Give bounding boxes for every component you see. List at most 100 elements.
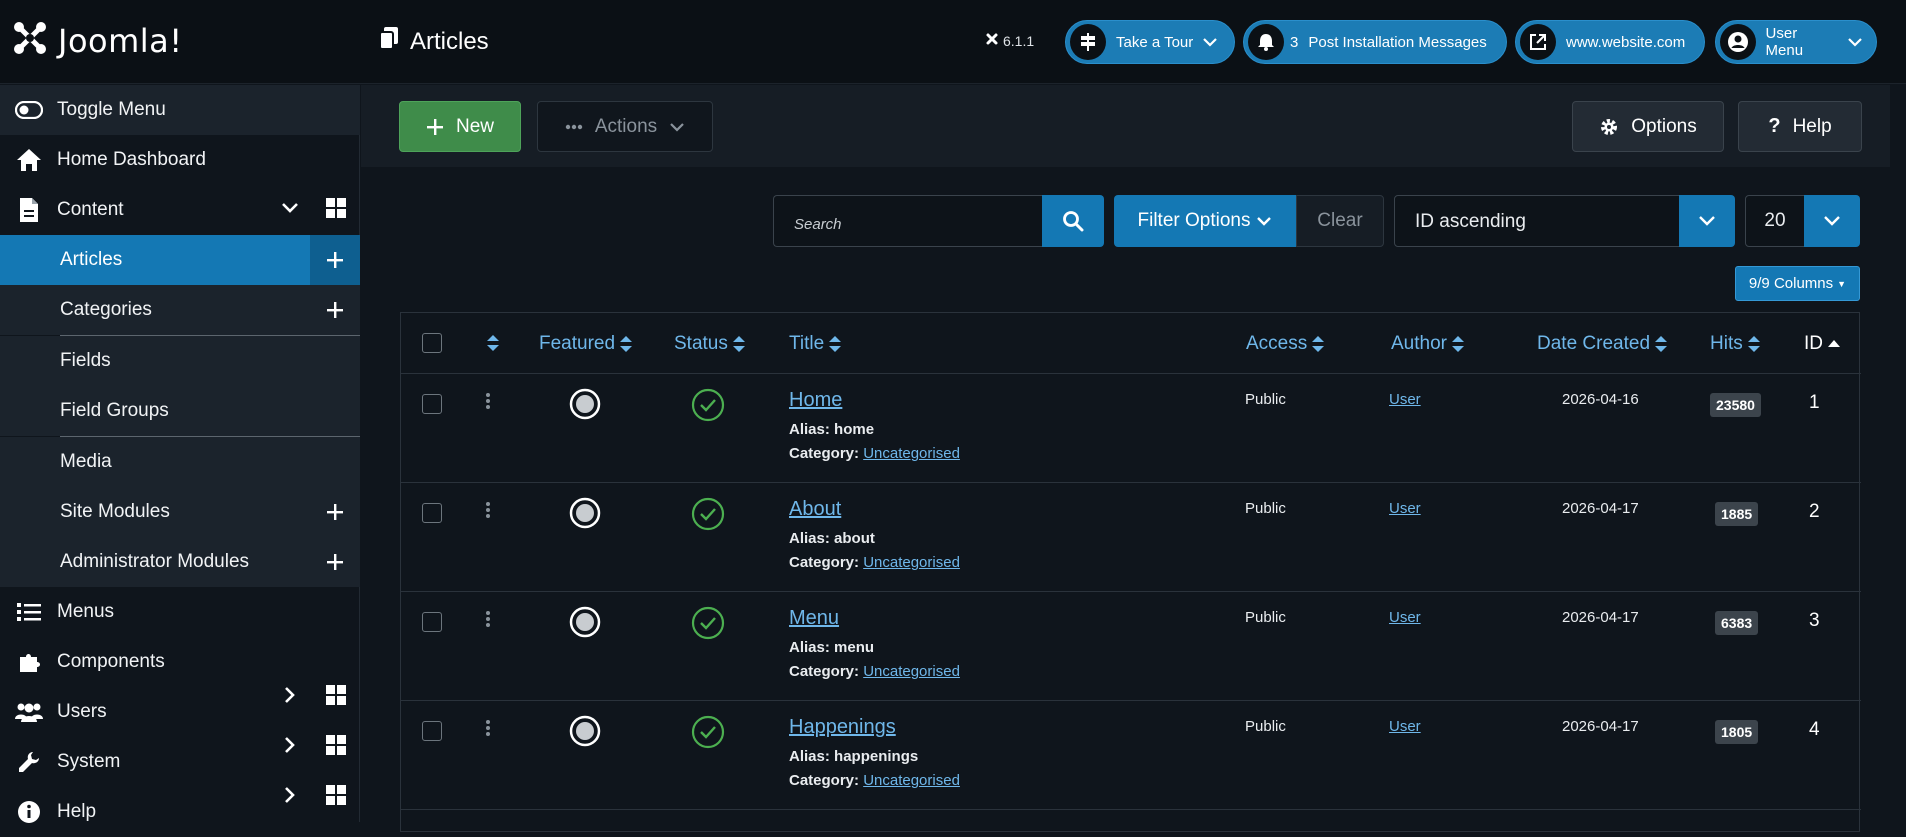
unfeatured-icon[interactable] <box>569 606 601 642</box>
sidebar-categories-label: Categories <box>60 299 152 320</box>
help-button[interactable]: ? Help <box>1738 101 1862 152</box>
drag-handle-icon[interactable] <box>485 719 491 741</box>
row-checkbox[interactable] <box>422 612 442 632</box>
sort-order-select[interactable]: ID ascending <box>1394 195 1680 247</box>
sidebar-item-site-modules[interactable]: Site Modules <box>0 487 360 537</box>
featured-header[interactable]: Featured <box>539 333 633 355</box>
add-site-module-button[interactable] <box>310 487 360 537</box>
author-header[interactable]: Author <box>1391 333 1465 355</box>
table-row: Menu Alias: menu Category: Uncategorised… <box>401 592 1861 701</box>
author-link[interactable]: User <box>1389 718 1421 735</box>
search-button[interactable] <box>1042 195 1104 247</box>
unfeatured-icon[interactable] <box>569 497 601 533</box>
published-check-icon[interactable] <box>691 606 725 644</box>
category-label: Category: <box>789 445 860 462</box>
website-link-button[interactable]: www.website.com <box>1515 20 1705 64</box>
filter-options-button[interactable]: Filter Options <box>1114 195 1296 247</box>
category-link[interactable]: Uncategorised <box>863 772 960 789</box>
featured-header-label: Featured <box>539 333 616 354</box>
user-menu-button[interactable]: User Menu <box>1715 20 1877 64</box>
author-link[interactable]: User <box>1389 609 1421 626</box>
sidebar-item-system[interactable]: System <box>0 737 360 787</box>
article-alias: Alias: home <box>789 421 874 438</box>
alias-label: Alias: <box>789 421 830 438</box>
access-header[interactable]: Access <box>1246 333 1325 355</box>
id-value: 3 <box>1809 610 1820 631</box>
article-alias: Alias: menu <box>789 639 874 656</box>
sort-order-dropdown[interactable] <box>1679 195 1735 247</box>
copy-icon <box>378 26 400 57</box>
article-title-link[interactable]: Menu <box>789 607 839 630</box>
add-admin-module-button[interactable] <box>310 537 360 587</box>
dashboard-grid-icon[interactable] <box>324 196 348 220</box>
date-created-value: 2026-04-17 <box>1562 500 1639 517</box>
columns-toggle-button[interactable]: 9/9 Columns ▼ <box>1735 266 1860 301</box>
published-check-icon[interactable] <box>691 497 725 535</box>
sidebar-item-articles[interactable]: Articles <box>0 235 360 285</box>
category-link[interactable]: Uncategorised <box>863 445 960 462</box>
list-limit-dropdown[interactable] <box>1804 195 1860 247</box>
take-tour-button[interactable]: Take a Tour <box>1065 20 1235 64</box>
access-value: Public <box>1245 718 1286 735</box>
drag-handle-icon[interactable] <box>485 610 491 632</box>
new-button[interactable]: New <box>399 101 521 152</box>
status-header[interactable]: Status <box>674 333 746 355</box>
ordering-sort-header[interactable] <box>486 333 500 353</box>
chevron-down-icon[interactable] <box>278 196 302 220</box>
date-created-value: 2026-04-16 <box>1562 391 1639 408</box>
page-scrollbar[interactable] <box>1890 85 1906 822</box>
author-link[interactable]: User <box>1389 500 1421 517</box>
row-checkbox[interactable] <box>422 721 442 741</box>
sidebar-admin-modules-label: Administrator Modules <box>60 551 250 572</box>
drag-handle-icon[interactable] <box>485 501 491 523</box>
hits-header[interactable]: Hits <box>1710 333 1761 355</box>
sidebar-item-content[interactable]: Content <box>0 185 360 235</box>
article-title-link[interactable]: About <box>789 498 841 521</box>
sidebar-menus-label: Menus <box>57 601 115 622</box>
article-title-link[interactable]: Happenings <box>789 716 896 739</box>
add-category-button[interactable] <box>310 285 360 335</box>
options-button[interactable]: Options <box>1572 101 1724 152</box>
unfeatured-icon[interactable] <box>569 715 601 751</box>
sidebar-item-home-dashboard[interactable]: Home Dashboard <box>0 135 360 185</box>
sidebar-item-administrator-modules[interactable]: Administrator Modules <box>0 537 360 587</box>
sidebar-item-menus[interactable]: Menus <box>0 587 360 637</box>
chevron-down-icon <box>1824 216 1840 226</box>
category-link[interactable]: Uncategorised <box>863 663 960 680</box>
chevron-down-icon <box>1257 217 1272 226</box>
row-checkbox[interactable] <box>422 503 442 523</box>
add-article-button[interactable] <box>310 235 360 285</box>
article-title-link[interactable]: Home <box>789 389 842 412</box>
author-link[interactable]: User <box>1389 391 1421 408</box>
sidebar-item-components[interactable]: Components <box>0 637 360 687</box>
row-checkbox[interactable] <box>422 394 442 414</box>
sidebar-item-users[interactable]: Users <box>0 687 360 737</box>
sidebar-item-media[interactable]: Media <box>0 437 360 487</box>
sidebar-item-help[interactable]: Help <box>0 787 360 837</box>
category-link[interactable]: Uncategorised <box>863 554 960 571</box>
title-header-label: Title <box>789 333 825 354</box>
drag-handle-icon[interactable] <box>485 392 491 414</box>
search-input[interactable]: Search <box>773 195 1043 247</box>
sidebar-item-categories[interactable]: Categories <box>0 285 360 335</box>
date-created-header[interactable]: Date Created <box>1537 333 1668 355</box>
version-label: 6.1.1 <box>985 32 1034 49</box>
logo-text: Joomla! <box>58 21 183 60</box>
select-all-checkbox[interactable] <box>422 333 442 353</box>
clear-button[interactable]: Clear <box>1296 195 1384 247</box>
chevron-down-icon <box>1848 34 1862 51</box>
list-limit-select[interactable]: 20 <box>1745 195 1805 247</box>
post-installation-messages-button[interactable]: 3 Post Installation Messages <box>1243 20 1507 64</box>
status-header-label: Status <box>674 333 728 354</box>
sidebar-home-label: Home Dashboard <box>57 149 206 170</box>
sidebar-item-fields[interactable]: Fields <box>0 336 360 386</box>
id-header[interactable]: ID <box>1804 333 1841 355</box>
joomla-logo[interactable]: Joomla! <box>12 20 183 61</box>
published-check-icon[interactable] <box>691 388 725 426</box>
sidebar-toggle-menu[interactable]: Toggle Menu <box>0 85 360 135</box>
published-check-icon[interactable] <box>691 715 725 753</box>
title-header[interactable]: Title <box>789 333 842 355</box>
actions-dropdown-button[interactable]: Actions <box>537 101 713 152</box>
unfeatured-icon[interactable] <box>569 388 601 424</box>
sidebar-item-field-groups[interactable]: Field Groups <box>0 386 360 436</box>
